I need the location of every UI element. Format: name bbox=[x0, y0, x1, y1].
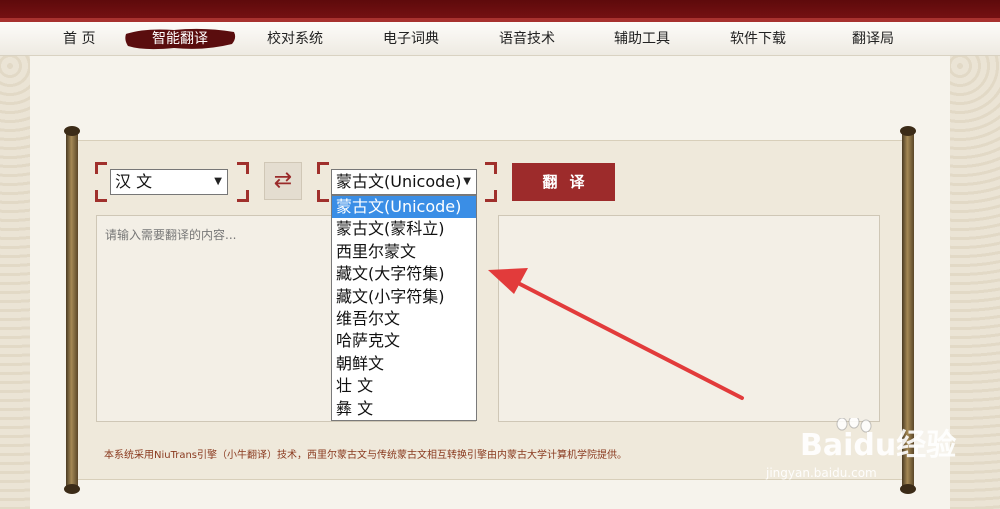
scroll-rod-left bbox=[66, 130, 78, 490]
dropdown-option[interactable]: 西里尔蒙文 bbox=[332, 241, 476, 263]
annotation-arrow-icon bbox=[488, 268, 744, 400]
nav-item-proofread[interactable]: 校对系统 bbox=[267, 22, 323, 56]
left-texture bbox=[0, 56, 30, 509]
top-band bbox=[0, 0, 1000, 22]
target-lang-select[interactable]: 蒙古文(Unicode) ▼ bbox=[331, 169, 477, 195]
nav-item-speech[interactable]: 语音技术 bbox=[499, 22, 555, 56]
dropdown-option[interactable]: 哈萨克文 bbox=[332, 330, 476, 352]
source-lang-value: 汉 文 bbox=[115, 172, 153, 191]
nav-item-tools[interactable]: 辅助工具 bbox=[614, 22, 670, 56]
translate-button[interactable]: 翻译 bbox=[512, 163, 615, 201]
watermark-url: jingyan.baidu.com bbox=[766, 466, 877, 480]
dropdown-option[interactable]: 彝 文 bbox=[332, 398, 476, 420]
dropdown-option[interactable]: 蒙古文(蒙科立) bbox=[332, 218, 476, 240]
nav-item-smart-translate[interactable]: 智能翻译 bbox=[152, 22, 208, 56]
dropdown-option[interactable]: 壮 文 bbox=[332, 375, 476, 397]
watermark-brand: Baidu经验 bbox=[800, 428, 957, 463]
dropdown-option[interactable]: 维吾尔文 bbox=[332, 308, 476, 330]
target-lang-dropdown: 蒙古文(Unicode) 蒙古文(蒙科立) 西里尔蒙文 藏文(大字符集) 藏文(… bbox=[331, 195, 477, 421]
scroll-cap bbox=[900, 126, 916, 136]
swap-arrows-icon[interactable]: ⇄ bbox=[264, 162, 302, 200]
notice-text: 本系统采用NiuTrans引擎（小牛翻译）技术，西里尔蒙古文与传统蒙古文相互转换… bbox=[104, 450, 628, 461]
dropdown-option[interactable]: 蒙古文(Unicode) bbox=[332, 196, 476, 219]
scroll-cap bbox=[64, 126, 80, 136]
nav-item-download[interactable]: 软件下载 bbox=[730, 22, 786, 56]
nav-item-bureau[interactable]: 翻译局 bbox=[852, 22, 894, 56]
source-lang-select[interactable]: 汉 文 ▼ bbox=[110, 169, 228, 195]
chevron-down-icon: ▼ bbox=[214, 176, 222, 187]
chevron-down-icon: ▼ bbox=[463, 176, 471, 187]
dropdown-option[interactable]: 藏文(小字符集) bbox=[332, 286, 476, 308]
nav-item-dictionary[interactable]: 电子词典 bbox=[383, 22, 439, 56]
scroll-cap bbox=[64, 484, 80, 494]
dropdown-option[interactable]: 藏文(大字符集) bbox=[332, 263, 476, 285]
main-nav: 首 页 智能翻译 校对系统 电子词典 语音技术 辅助工具 软件下载 翻译局 bbox=[0, 22, 1000, 56]
dropdown-option[interactable]: 朝鲜文 bbox=[332, 353, 476, 375]
nav-item-home[interactable]: 首 页 bbox=[63, 22, 95, 56]
target-lang-value: 蒙古文(Unicode) bbox=[336, 172, 462, 191]
